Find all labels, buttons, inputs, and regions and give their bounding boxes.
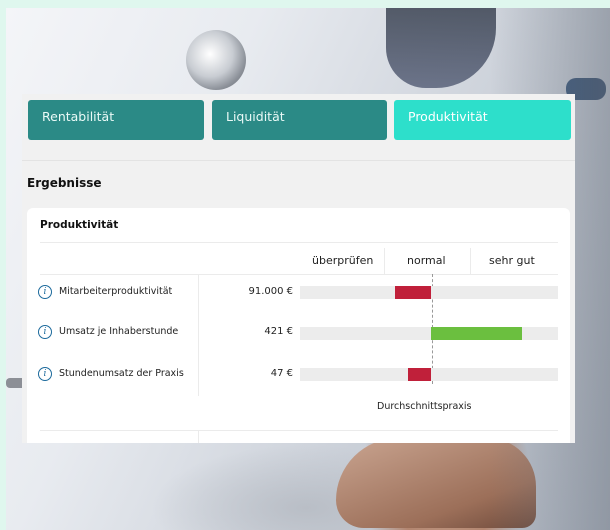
divider [22,160,575,161]
row-label: Mitarbeiterproduktivität [59,286,173,297]
tab-produktivitaet[interactable]: Produktivität [394,100,571,140]
tab-liquiditaet[interactable]: Liquidität [212,100,387,140]
column-divider [198,430,199,443]
column-header-sehr-gut: sehr gut [489,254,535,267]
column-header-normal: normal [407,254,446,267]
coat-collar [386,8,496,88]
row-label: Umsatz je Inhaberstunde [59,326,179,337]
results-card: Produktivität überprüfen normal sehr gut… [27,208,570,443]
row-value: 91.000 € [248,286,293,297]
row-value: 421 € [264,326,293,337]
column-header-ueberpruefen: überprüfen [312,254,374,267]
divider [40,430,558,431]
divider [40,242,558,243]
tab-rentabilitaet[interactable]: Rentabilität [28,100,204,140]
deviation-bar [408,368,431,381]
info-icon[interactable]: i [38,325,52,339]
section-title: Ergebnisse [27,176,102,190]
dashboard-panel: Rentabilität Liquidität Produktivität Er… [22,94,575,443]
row-value: 47 € [270,368,293,379]
average-caption: Durchschnittspraxis [377,401,472,412]
row-label: Stundenumsatz der Praxis [59,368,184,379]
bar-track [300,286,558,299]
divider [40,274,558,275]
column-divider [470,248,471,274]
info-icon[interactable]: i [38,367,52,381]
stethoscope [186,30,246,90]
tab-bar: Rentabilität Liquidität Produktivität [28,100,571,140]
deviation-bar [431,327,523,340]
bar-track [300,327,558,340]
bar-track [300,368,558,381]
deviation-bar [395,286,431,299]
info-icon[interactable]: i [38,285,52,299]
card-title: Produktivität [40,219,119,231]
column-divider [384,248,385,274]
